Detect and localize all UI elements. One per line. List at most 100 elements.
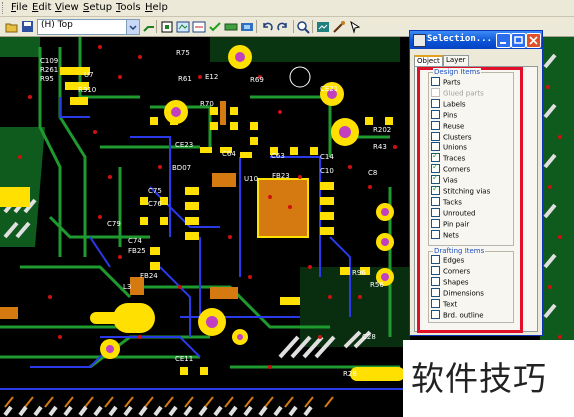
- checkbox-checked[interactable]: [431, 162, 440, 174]
- measure-icon[interactable]: [224, 19, 238, 33]
- zoom-icon[interactable]: [296, 19, 310, 34]
- dimension-icon[interactable]: [192, 19, 206, 33]
- layer-select[interactable]: (H) Top: [37, 19, 140, 35]
- checkbox-dimensions[interactable]: Dimensions: [431, 287, 484, 299]
- checkbox-unchecked[interactable]: [431, 77, 440, 86]
- selection-title: Selection...: [427, 34, 493, 44]
- checkbox-unchecked[interactable]: [431, 287, 440, 297]
- checkbox-unchecked[interactable]: [431, 207, 440, 217]
- layer-select-value: (H) Top: [41, 20, 73, 30]
- toolbar-separator: [312, 20, 313, 33]
- checkbox-label: Parts: [443, 78, 461, 87]
- checkbox-checked[interactable]: [431, 173, 440, 185]
- menu-tools[interactable]: Tools: [116, 2, 141, 13]
- pcb-label: R43: [373, 143, 387, 151]
- close-button[interactable]: [526, 33, 541, 48]
- checkbox-unchecked[interactable]: [431, 142, 440, 152]
- undo-icon[interactable]: [260, 19, 274, 33]
- checkbox-shapes[interactable]: Shapes: [431, 276, 469, 288]
- menu-setup[interactable]: Setup: [83, 2, 112, 13]
- checkbox-parts[interactable]: Parts: [431, 77, 461, 88]
- redo-icon[interactable]: [276, 19, 290, 33]
- checkbox-unchecked[interactable]: [431, 265, 440, 275]
- chevron-down-icon[interactable]: [126, 20, 139, 34]
- checkbox-unchecked[interactable]: [431, 98, 440, 108]
- checkbox-corners[interactable]: Corners: [431, 265, 471, 277]
- pcb-label: R202: [373, 126, 392, 134]
- checkbox-nets[interactable]: Nets: [431, 229, 459, 241]
- open-folder-icon[interactable]: [5, 19, 19, 33]
- layers-icon[interactable]: [176, 19, 190, 33]
- checkbox-label: Stitching vias: [443, 187, 491, 196]
- zoom-fit-icon[interactable]: [316, 19, 330, 33]
- pcb-label: C14: [320, 153, 334, 161]
- checkbox-unchecked[interactable]: [431, 131, 440, 141]
- close-icon: [529, 36, 538, 45]
- probe-icon[interactable]: [332, 19, 346, 33]
- pcb-label: C79: [107, 220, 121, 228]
- checkbox-text[interactable]: Text: [431, 298, 457, 310]
- pcb-label: R70: [200, 100, 214, 108]
- checkbox-unchecked[interactable]: [431, 298, 440, 308]
- pcb-label: R56: [370, 281, 384, 289]
- save-icon[interactable]: [21, 19, 35, 33]
- pcb-label: CE11: [175, 355, 194, 363]
- pcb-label: R69: [250, 76, 264, 84]
- checkbox-checked[interactable]: [431, 184, 440, 195]
- checkbox-label: Glued parts: [443, 89, 484, 98]
- selection-window[interactable]: Selection... Object Layer Design Items D…: [409, 30, 543, 336]
- checkbox-unrouted[interactable]: Unrouted: [431, 207, 476, 219]
- pin-icon[interactable]: [160, 19, 174, 33]
- minimize-button[interactable]: [496, 33, 511, 48]
- checkbox-unchecked[interactable]: [431, 196, 440, 206]
- component-icon[interactable]: [240, 19, 254, 33]
- checkbox-checked[interactable]: [431, 151, 440, 163]
- checkbox-label: Reuse: [443, 122, 465, 131]
- pcb-label: FB24: [140, 272, 158, 280]
- pcb-label: C76: [148, 200, 162, 208]
- checkbox-brd-outline[interactable]: Brd. outline: [431, 309, 484, 321]
- menu-grip: [2, 2, 6, 14]
- checkbox-label: Corners: [443, 165, 471, 174]
- checkbox-unchecked[interactable]: [431, 109, 440, 119]
- checkbox-unchecked[interactable]: [431, 309, 440, 319]
- checkbox-edges[interactable]: Edges: [431, 255, 465, 266]
- checkbox-clusters[interactable]: Clusters: [431, 131, 472, 143]
- checkbox-glued-parts: Glued parts: [431, 87, 484, 99]
- pcb-label: C63: [271, 152, 285, 160]
- menu-help[interactable]: Help: [145, 2, 168, 13]
- window-icon: [413, 34, 426, 47]
- pcb-label: R96: [352, 269, 366, 277]
- menu-file[interactable]: File: [11, 2, 28, 13]
- checkbox-label: Dimensions: [443, 289, 484, 298]
- checkbox-reuse[interactable]: Reuse: [431, 120, 465, 132]
- menu-edit[interactable]: Edit: [32, 2, 51, 13]
- route-icon[interactable]: [142, 19, 156, 33]
- checkbox-label: Corners: [443, 267, 471, 276]
- checkbox-unchecked[interactable]: [431, 218, 440, 228]
- pcb-label: C64: [222, 150, 236, 158]
- pcb-label: CE21: [320, 85, 339, 93]
- checkbox-labels[interactable]: Labels: [431, 98, 466, 110]
- toolbar-separator: [156, 20, 157, 33]
- checkbox-stitching-vias[interactable]: Stitching vias: [431, 184, 491, 197]
- checkbox-tacks[interactable]: Tacks: [431, 196, 462, 208]
- check-icon[interactable]: [208, 19, 222, 33]
- menu-view[interactable]: View: [55, 2, 79, 13]
- checkbox-unchecked[interactable]: [431, 255, 440, 264]
- pcb-label: C109: [40, 57, 59, 65]
- maximize-button[interactable]: [511, 33, 526, 48]
- watermark-text: 软件技巧: [411, 359, 547, 398]
- selection-titlebar[interactable]: Selection...: [410, 31, 542, 49]
- pcb-label: CE23: [175, 141, 194, 149]
- object-panel: Design Items Drafting Items Parts Glued p…: [414, 66, 538, 333]
- checkbox-unchecked[interactable]: [431, 229, 440, 239]
- checkbox-pins[interactable]: Pins: [431, 109, 457, 121]
- checkbox-unchecked[interactable]: [431, 120, 440, 130]
- pcb-label: E12: [205, 73, 219, 81]
- checkbox-label: Edges: [443, 256, 465, 265]
- pcb-label: R28: [343, 370, 357, 378]
- checkbox-pin-pair[interactable]: Pin pair: [431, 218, 469, 230]
- checkbox-unchecked[interactable]: [431, 276, 440, 286]
- select-icon[interactable]: [348, 19, 362, 34]
